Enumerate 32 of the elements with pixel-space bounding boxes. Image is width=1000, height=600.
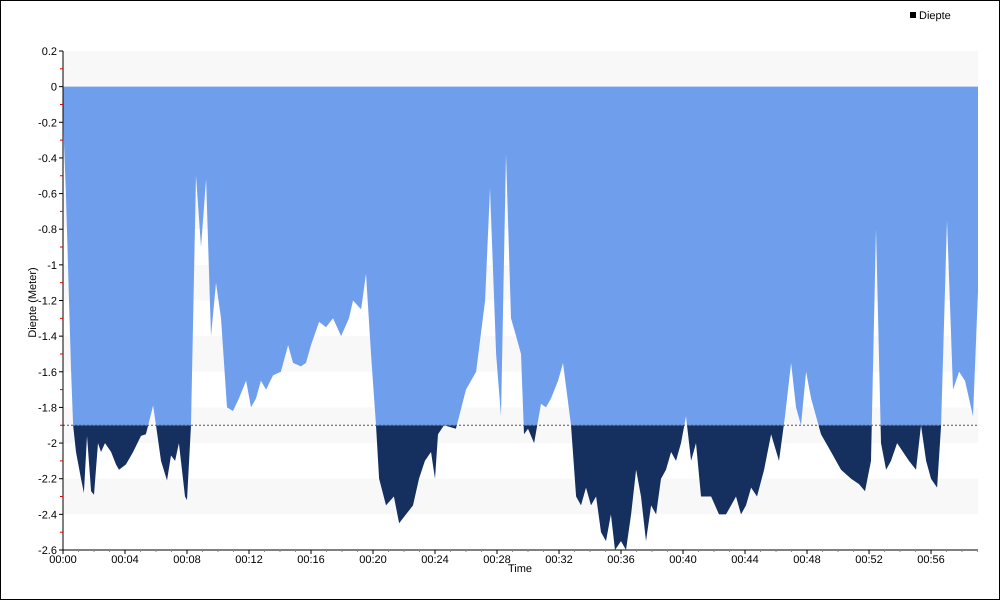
- x-tick-label: 00:44: [731, 554, 759, 566]
- x-tick-label: 00:48: [793, 554, 821, 566]
- y-tick-label: -0.8: [38, 224, 57, 236]
- y-tick-label: -1.8: [38, 402, 57, 414]
- x-tick-label: 00:36: [607, 554, 635, 566]
- y-tick-label: -2: [47, 438, 57, 450]
- y-tick-label: -0.6: [38, 188, 57, 201]
- y-tick-label: -1.2: [38, 296, 57, 308]
- y-tick-label: -1.6: [38, 366, 57, 379]
- x-tick-label: 00:56: [917, 554, 945, 566]
- y-axis-title: Diepte (Meter): [27, 267, 39, 338]
- legend-label: Diepte: [919, 10, 951, 22]
- x-axis-title: Time: [508, 563, 532, 575]
- x-tick-label: 00:32: [545, 554, 573, 566]
- x-tick-label: 00:16: [297, 554, 325, 566]
- x-tick-label: 00:40: [669, 554, 697, 566]
- y-tick-label: -0.2: [38, 117, 57, 130]
- x-tick-label: 00:00: [49, 554, 77, 566]
- x-tick-label: 00:12: [235, 554, 263, 566]
- x-tick-label: 00:08: [173, 554, 201, 566]
- x-tick-label: 00:04: [111, 554, 139, 566]
- y-tick-label: 0.2: [42, 46, 57, 58]
- y-tick-label: 0: [50, 82, 57, 94]
- x-tick-label: 00:52: [855, 554, 883, 566]
- y-tick-label: -0.4: [38, 152, 57, 165]
- y-tick-label: -1: [47, 260, 57, 272]
- y-tick-label: -2.2: [38, 474, 57, 486]
- x-tick-label: 00:20: [359, 554, 387, 566]
- y-tick-label: -1.4: [38, 331, 57, 344]
- x-tick-label: 00:24: [421, 554, 449, 566]
- legend-swatch-icon: [910, 12, 916, 18]
- y-tick-label: -2.4: [38, 509, 57, 522]
